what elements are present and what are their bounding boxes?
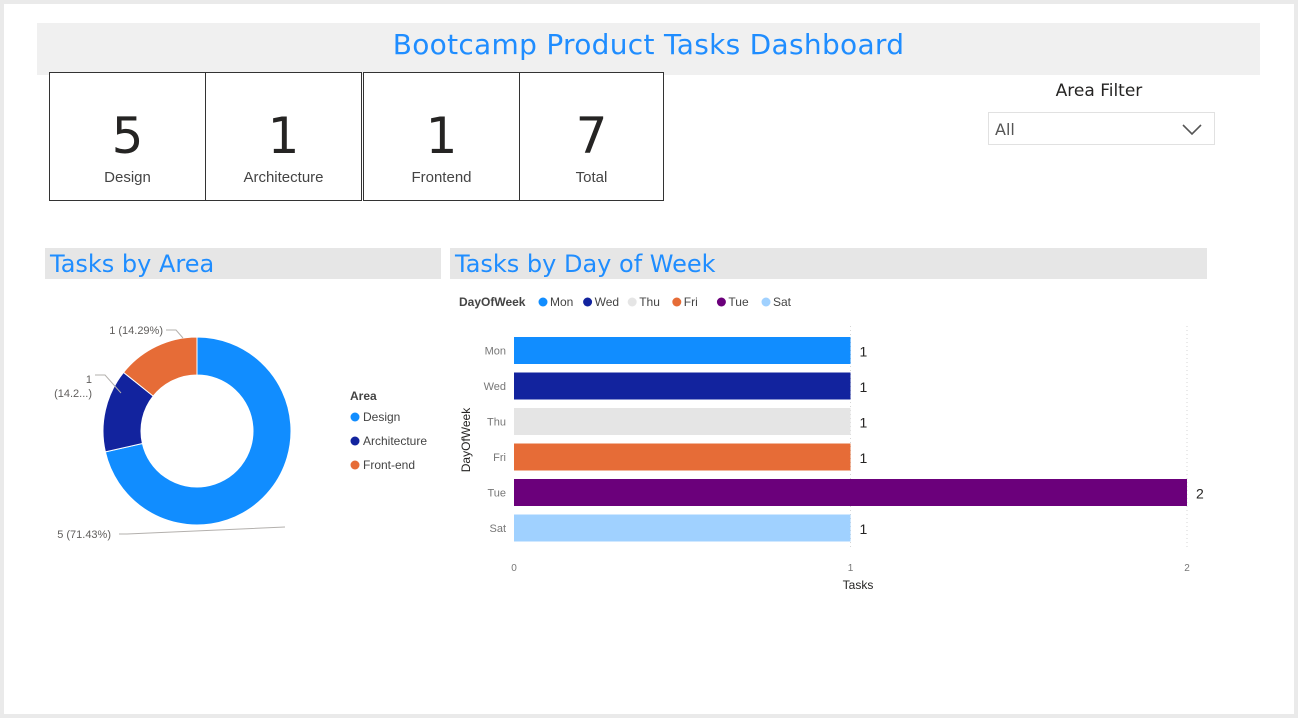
donut-label-front-end: 1 (14.29%) — [109, 325, 163, 337]
card-design-value: 5 — [111, 107, 144, 165]
donut-label-design-leader — [119, 526, 286, 535]
bar-value-tue: 2 — [1196, 486, 1204, 502]
tasks-by-area-title-bar: Tasks by Area — [45, 248, 441, 279]
area-filter-dropdown[interactable]: All — [988, 112, 1215, 145]
bar-legend-swatch-fri — [672, 297, 682, 307]
bar-x-axis-title: Tasks — [843, 578, 874, 592]
card-design[interactable]: 5 Design — [49, 72, 206, 201]
bar-legend-swatch-thu — [627, 297, 637, 307]
donut-legend-swatch-architecture — [350, 436, 360, 446]
bar-value-thu: 1 — [860, 415, 868, 431]
bar-wed — [514, 372, 851, 400]
donut-legend-label-design: Design — [363, 410, 400, 424]
bar-thu — [514, 408, 851, 435]
card-frontend-label: Frontend — [411, 169, 472, 186]
bar-y-tick-sat: Sat — [489, 523, 506, 535]
area-donut-chart: 5 (71.43%) 1 (14.2...) 1 (14.29%) Area Design… — [54, 325, 427, 541]
bar-value-sat: 1 — [860, 521, 868, 537]
card-architecture-value: 1 — [267, 107, 300, 165]
card-design-label: Design — [104, 169, 151, 186]
card-total[interactable]: 7 Total — [519, 72, 664, 201]
bar-y-tick-thu: Thu — [487, 417, 506, 429]
card-total-label: Total — [575, 169, 608, 186]
area-filter-selected: All — [995, 120, 1015, 139]
tasks-by-area-title: Tasks by Area — [50, 250, 215, 278]
bar-legend-swatch-tue — [716, 297, 726, 307]
bar-fri — [514, 443, 851, 471]
donut-label-front-end-leader — [166, 329, 184, 339]
bar-mon — [514, 337, 851, 364]
bar-value-fri: 1 — [860, 450, 868, 466]
bar-y-tick-wed: Wed — [484, 381, 506, 393]
chevron-down-icon — [1182, 124, 1202, 136]
card-architecture[interactable]: 1 Architecture — [205, 72, 362, 201]
tasks-by-day-title-bar: Tasks by Day of Week — [450, 248, 1207, 279]
bar-value-mon: 1 — [860, 344, 868, 360]
card-frontend[interactable]: 1 Frontend — [363, 72, 520, 201]
bar-x-tick-0: 0 — [511, 563, 517, 574]
bar-y-axis-title: DayOfWeek — [459, 407, 473, 472]
donut-legend-label-architecture: Architecture — [363, 434, 427, 448]
bar-value-wed: 1 — [860, 379, 868, 395]
bar-x-tick-1: 1 — [848, 563, 854, 574]
bar-legend-swatch-mon — [538, 297, 548, 307]
bar-legend-swatch-sat — [761, 297, 771, 307]
donut-legend-swatch-front-end — [350, 460, 360, 470]
donut-label-architecture-line1: 1 — [86, 374, 92, 386]
bar-legend-label-sat: Sat — [773, 295, 792, 309]
card-frontend-value: 1 — [425, 107, 458, 165]
day-bar-chart: DayOfWeek Mon Wed Thu Fri Tue Sat 0 1 2 Mon 1 Wed 1 Th… — [459, 295, 1204, 592]
page-header: Bootcamp Product Tasks Dashboard — [37, 23, 1260, 75]
donut-legend-swatch-design — [350, 412, 360, 422]
bar-legend-label-wed: Wed — [595, 295, 619, 309]
bar-tue — [514, 479, 1187, 506]
bar-y-tick-fri: Fri — [493, 452, 506, 464]
bar-legend-label-tue: Tue — [728, 295, 749, 309]
bar-x-tick-2: 2 — [1184, 563, 1190, 574]
report-canvas: Bootcamp Product Tasks Dashboard 5 Desig… — [4, 4, 1294, 714]
bar-legend-label-fri: Fri — [684, 295, 698, 309]
bar-legend-label-thu: Thu — [639, 295, 660, 309]
bar-legend-label-mon: Mon — [550, 295, 573, 309]
donut-legend-title: Area — [350, 389, 377, 403]
bar-legend-swatch-wed — [583, 297, 593, 307]
card-total-value: 7 — [575, 107, 608, 165]
tasks-by-day-title: Tasks by Day of Week — [455, 250, 716, 278]
donut-label-design: 5 (71.43%) — [57, 529, 111, 541]
bar-y-tick-tue: Tue — [487, 488, 506, 500]
card-architecture-label: Architecture — [243, 169, 324, 186]
bar-sat — [514, 514, 851, 542]
page-title: Bootcamp Product Tasks Dashboard — [392, 28, 905, 61]
bar-legend-title: DayOfWeek — [459, 295, 526, 309]
donut-legend-label-front-end: Front-end — [363, 458, 415, 472]
donut-label-architecture-line2: (14.2...) — [54, 388, 92, 400]
bar-y-tick-mon: Mon — [485, 346, 506, 358]
area-filter-title: Area Filter — [1055, 81, 1143, 101]
